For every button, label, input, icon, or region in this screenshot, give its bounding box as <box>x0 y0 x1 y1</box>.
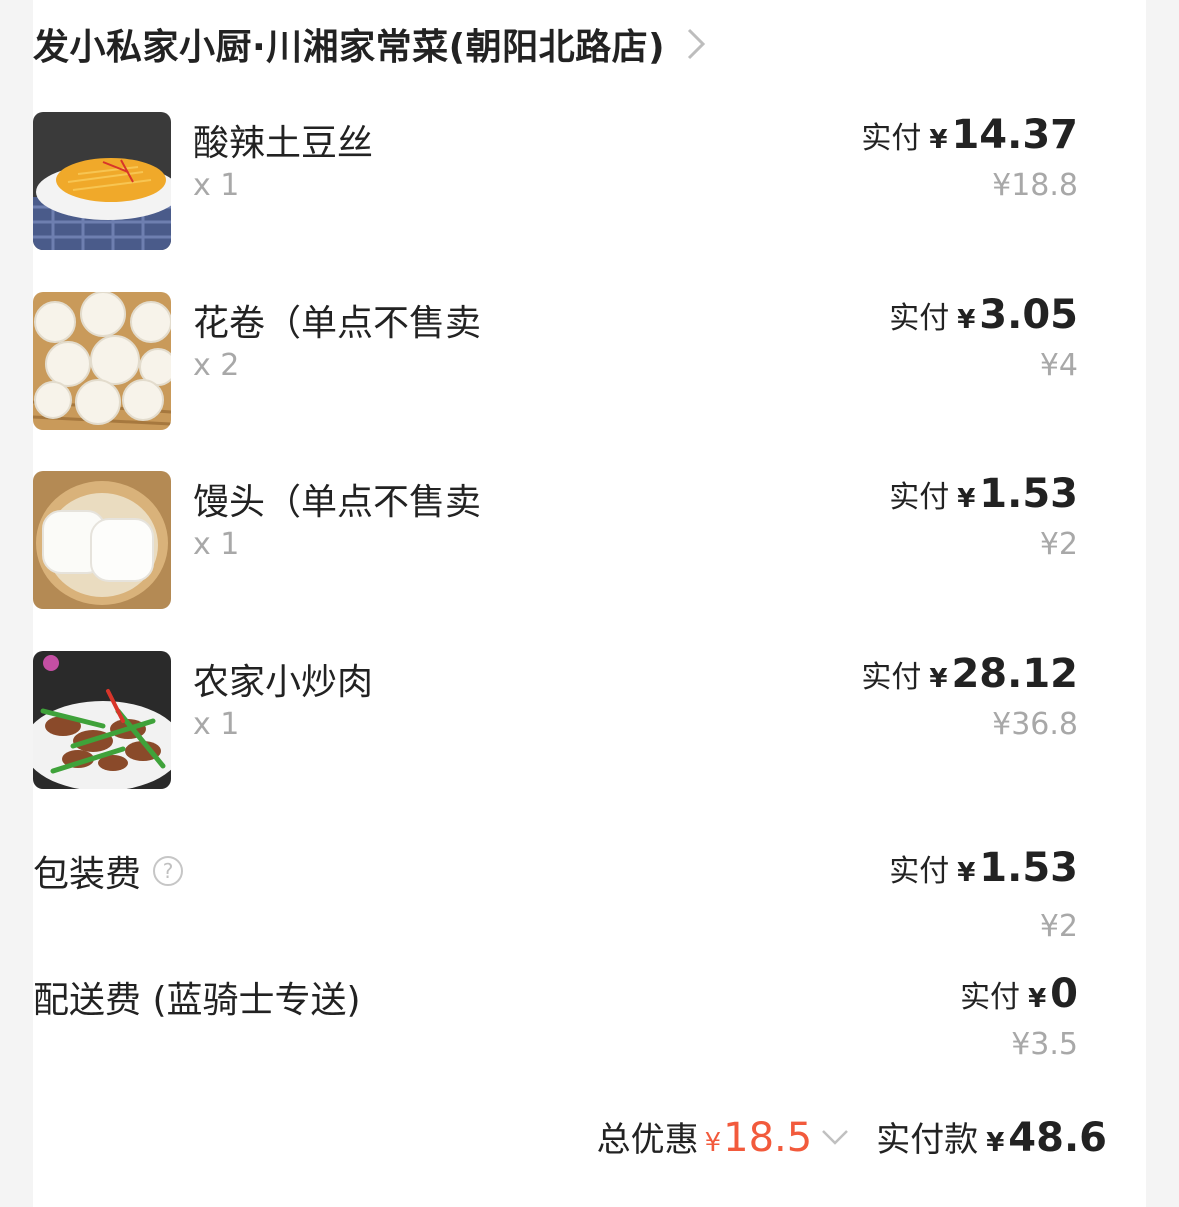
original-price: ¥3.5 <box>1011 1027 1078 1062</box>
original-price: ¥18.8 <box>992 168 1078 203</box>
paid-amount: 28.12 <box>951 651 1078 697</box>
paid-label: 实付 <box>889 480 950 515</box>
total-discount-amount: 18.5 <box>723 1115 813 1161</box>
item-quantity: x 1 <box>193 527 240 562</box>
total-discount-label: 总优惠 <box>596 1120 699 1160</box>
item-name: 馒头（单点不售卖 <box>193 482 482 523</box>
shop-header[interactable]: 发小私家小厨·川湘家常菜(朝阳北路店) <box>33 16 709 72</box>
paid-amount: 1.53 <box>979 471 1078 517</box>
chevron-down-icon[interactable] <box>820 1127 850 1147</box>
item-price: 实付 ¥ 28.12 ¥36.8 <box>861 651 1078 742</box>
currency-symbol: ¥ <box>957 484 976 514</box>
paid-amount: 3.05 <box>979 292 1078 338</box>
order-item: 馒头（单点不售卖 x 1 实付 ¥ 1.53 ¥2 <box>33 471 1078 609</box>
original-price: ¥2 <box>1039 527 1078 562</box>
packaging-fee-row: 包装费 ? 实付 ¥ 1.53 ¥2 <box>33 845 1078 945</box>
paid-amount: 0 <box>1050 971 1078 1017</box>
paid-label: 实付 <box>889 854 950 889</box>
original-price: ¥36.8 <box>992 707 1078 742</box>
currency-symbol: ¥ <box>957 305 976 335</box>
flower-roll-image <box>33 292 171 430</box>
item-quantity: x 1 <box>193 707 240 742</box>
shop-name: 发小私家小厨·川湘家常菜(朝阳北路店) <box>33 27 666 68</box>
delivery-fee-price: 实付 ¥ 0 ¥3.5 <box>960 971 1078 1062</box>
steamed-bun-image <box>33 471 171 609</box>
discount-currency: ¥ <box>704 1128 722 1158</box>
original-price: ¥4 <box>1039 348 1078 383</box>
total-paid-amount: 48.6 <box>1008 1115 1107 1161</box>
order-item: 酸辣土豆丝 x 1 实付 ¥ 14.37 ¥18.8 <box>33 112 1078 250</box>
item-name: 农家小炒肉 <box>193 662 374 703</box>
currency-symbol: ¥ <box>929 664 948 694</box>
paid-amount: 1.53 <box>979 845 1078 891</box>
delivery-fee-label: 配送费 (蓝骑士专送) <box>33 980 361 1021</box>
paid-label: 实付 <box>861 121 922 156</box>
original-price: ¥2 <box>1039 909 1078 944</box>
paid-label: 实付 <box>889 301 950 336</box>
shredded-potato-image <box>33 112 171 250</box>
chevron-right-icon <box>688 28 706 60</box>
currency-symbol: ¥ <box>1028 984 1047 1014</box>
item-quantity: x 1 <box>193 168 240 203</box>
paid-amount: 14.37 <box>951 112 1078 158</box>
delivery-fee-row: 配送费 (蓝骑士专送) 实付 ¥ 0 ¥3.5 <box>33 971 1078 1071</box>
item-price: 实付 ¥ 14.37 ¥18.8 <box>861 112 1078 203</box>
order-item: 农家小炒肉 x 1 实付 ¥ 28.12 ¥36.8 <box>33 651 1078 789</box>
item-price: 实付 ¥ 3.05 ¥4 <box>889 292 1078 383</box>
item-quantity: x 2 <box>193 348 240 383</box>
question-circle-icon[interactable]: ? <box>153 856 184 886</box>
currency-symbol: ¥ <box>957 858 976 888</box>
paid-label: 实付 <box>960 980 1021 1015</box>
item-name: 酸辣土豆丝 <box>193 123 374 164</box>
order-item: 花卷（单点不售卖 x 2 实付 ¥ 3.05 ¥4 <box>33 292 1078 430</box>
paid-label: 实付 <box>861 660 922 695</box>
total-currency: ¥ <box>986 1128 1005 1158</box>
packaging-fee-price: 实付 ¥ 1.53 ¥2 <box>889 845 1078 944</box>
item-price: 实付 ¥ 1.53 ¥2 <box>889 471 1078 562</box>
item-name: 花卷（单点不售卖 <box>193 303 482 344</box>
currency-symbol: ¥ <box>929 125 948 155</box>
total-paid-label: 实付款 <box>876 1120 979 1160</box>
packaging-fee-label: 包装费 <box>33 854 142 895</box>
order-summary: 总优惠 ¥ 18.5 实付款 ¥ 48.6 <box>597 1112 1107 1161</box>
stir-fried-pork-image <box>33 651 171 789</box>
